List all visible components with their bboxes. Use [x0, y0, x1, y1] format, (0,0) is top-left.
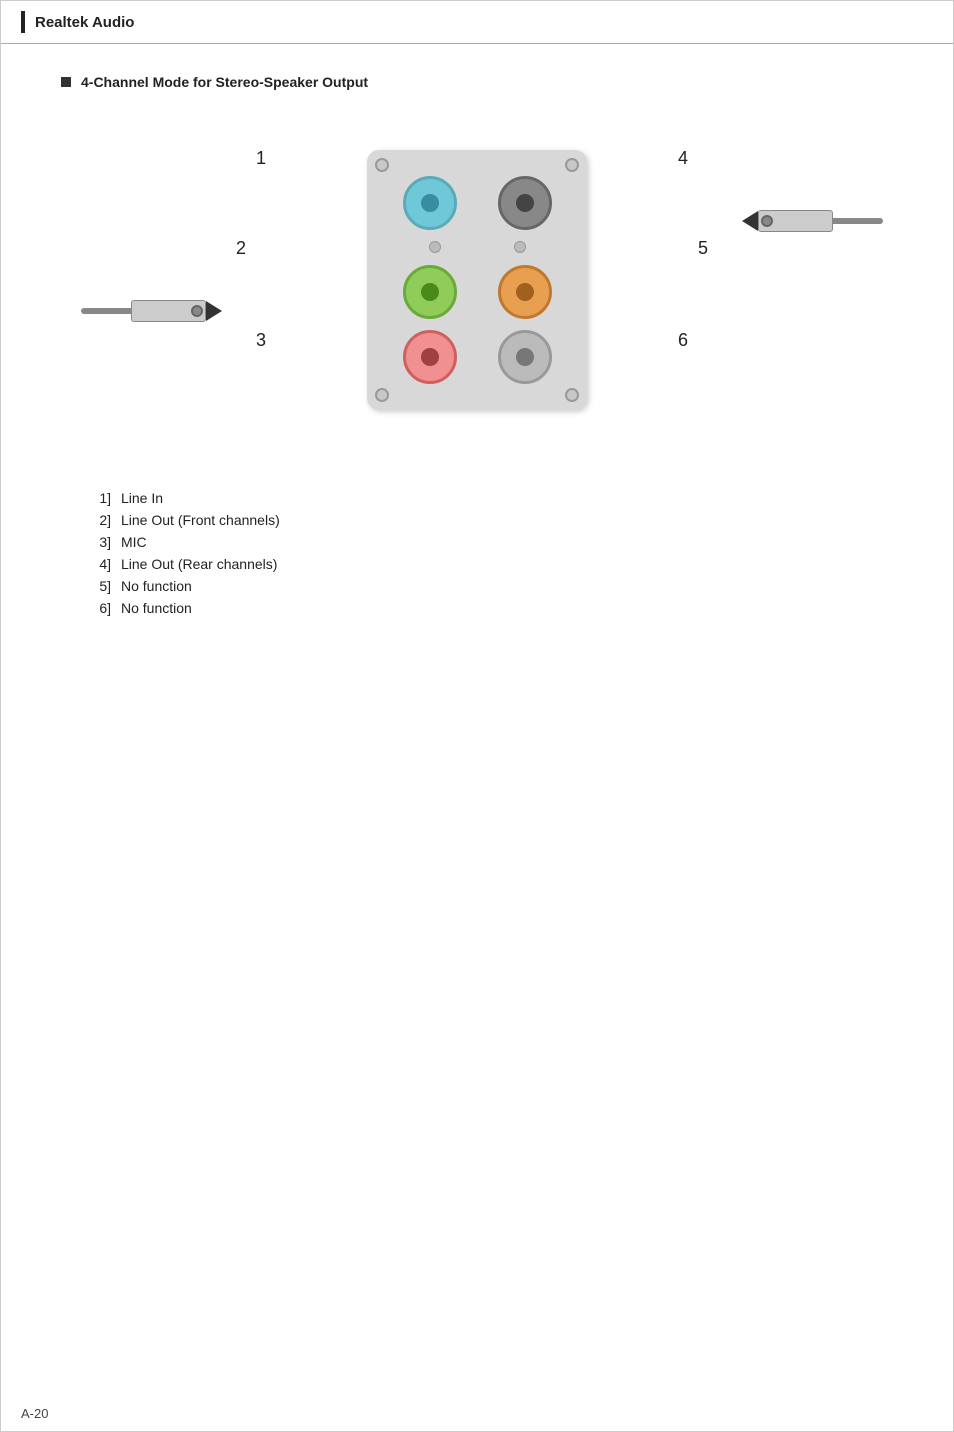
port-1-line-in	[403, 176, 457, 230]
legend-num-3: 3]	[81, 534, 111, 550]
legend-desc-4: Line Out (Rear channels)	[121, 556, 277, 572]
left-plug	[131, 300, 206, 322]
diagram-area: 1 2 3 4 5 6	[61, 120, 893, 440]
header-title: Realtek Audio	[35, 14, 134, 31]
right-arrow-icon	[742, 211, 758, 231]
label-5: 5	[698, 238, 708, 259]
left-cable	[81, 308, 131, 314]
legend-num-5: 5]	[81, 578, 111, 594]
right-plug-tip	[761, 215, 773, 227]
left-arrow-icon	[206, 301, 222, 321]
legend-num-1: 1]	[81, 490, 111, 506]
legend-list: 1] Line In 2] Line Out (Front channels) 3] MI…	[81, 490, 893, 616]
port-3-mic	[403, 330, 457, 384]
port-row-2	[382, 265, 572, 319]
label-2: 2	[236, 238, 246, 259]
port-4-line-out-rear	[498, 176, 552, 230]
label-4: 4	[678, 148, 688, 169]
screw-top-right	[565, 158, 579, 172]
bullet-icon	[61, 77, 71, 87]
header-bar: Realtek Audio	[1, 1, 953, 44]
screw-bottom-left	[375, 388, 389, 402]
port-5-inner	[516, 283, 534, 301]
screw-dot-row	[382, 241, 572, 253]
port-row-1	[382, 176, 572, 230]
legend-item: 5] No function	[81, 578, 893, 594]
legend-item: 6] No function	[81, 600, 893, 616]
legend-item: 2] Line Out (Front channels)	[81, 512, 893, 528]
legend-desc-6: No function	[121, 600, 192, 616]
port-3-inner	[421, 348, 439, 366]
screw-dot-left	[429, 241, 441, 253]
legend-desc-2: Line Out (Front channels)	[121, 512, 280, 528]
port-row-3	[382, 330, 572, 384]
screw-top-left	[375, 158, 389, 172]
section-title-row: 4-Channel Mode for Stereo-Speaker Output	[61, 74, 893, 90]
label-6: 6	[678, 330, 688, 351]
port-4-inner	[516, 194, 534, 212]
legend-num-2: 2]	[81, 512, 111, 528]
label-3: 3	[256, 330, 266, 351]
left-connector	[81, 300, 222, 322]
legend-num-6: 6]	[81, 600, 111, 616]
right-plug	[758, 210, 833, 232]
section-title-text: 4-Channel Mode for Stereo-Speaker Output	[81, 74, 368, 90]
screw-bottom-right	[565, 388, 579, 402]
port-1-inner	[421, 194, 439, 212]
port-6-inner	[516, 348, 534, 366]
audio-panel	[367, 150, 587, 410]
legend-desc-5: No function	[121, 578, 192, 594]
page: Realtek Audio 4-Channel Mode for Stereo-…	[0, 0, 954, 1432]
left-plug-tip	[191, 305, 203, 317]
label-1: 1	[256, 148, 266, 169]
screw-dot-right	[514, 241, 526, 253]
port-2-inner	[421, 283, 439, 301]
legend-desc-1: Line In	[121, 490, 163, 506]
right-connector	[742, 210, 883, 232]
legend-num-4: 4]	[81, 556, 111, 572]
right-cable	[833, 218, 883, 224]
header-accent-bar	[21, 11, 25, 33]
footer-page: A-20	[21, 1406, 48, 1421]
legend-item: 1] Line In	[81, 490, 893, 506]
legend-desc-3: MIC	[121, 534, 147, 550]
content-area: 4-Channel Mode for Stereo-Speaker Output…	[1, 44, 953, 682]
legend-item: 4] Line Out (Rear channels)	[81, 556, 893, 572]
port-2-line-out-front	[403, 265, 457, 319]
legend-item: 3] MIC	[81, 534, 893, 550]
port-5-no-function	[498, 265, 552, 319]
port-6-no-function	[498, 330, 552, 384]
